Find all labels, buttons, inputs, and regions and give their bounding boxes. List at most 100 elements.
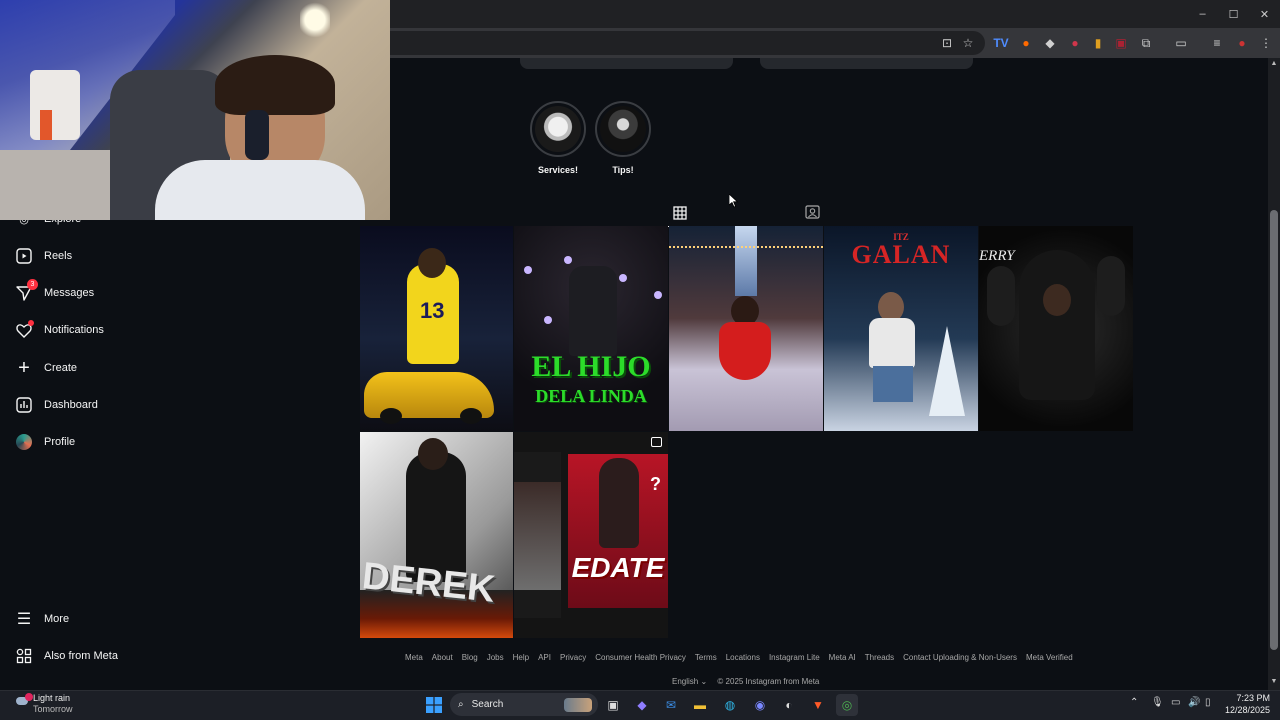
post-tile[interactable]: ? EDATE xyxy=(514,432,668,638)
post-small-figure xyxy=(514,482,561,590)
footer-link[interactable]: Blog xyxy=(462,653,478,662)
sidebar-item-create[interactable]: + Create xyxy=(14,356,77,380)
install-app-icon[interactable]: ⊡ xyxy=(938,34,956,52)
footer-link[interactable]: Locations xyxy=(726,653,760,662)
post-text: 13 xyxy=(420,298,445,323)
sidebar-item-notifications[interactable]: Notifications xyxy=(14,318,104,342)
sidebar-item-messages[interactable]: 3 Messages xyxy=(14,279,94,305)
outlook-icon[interactable]: ✉ xyxy=(660,694,682,716)
post-figure xyxy=(869,318,915,368)
sidebar-item-label: Create xyxy=(44,362,78,374)
brave-icon[interactable]: ▼ xyxy=(807,694,829,716)
extension-diamond-icon[interactable]: ◆ xyxy=(1041,34,1059,52)
extension-yellow-icon[interactable]: ▮ xyxy=(1089,34,1107,52)
sidebar-item-label: Notifications xyxy=(44,324,104,336)
footer-link[interactable]: Help xyxy=(513,653,529,662)
menu-dots-icon[interactable]: ⋮ xyxy=(1257,34,1275,52)
extension-tv-icon[interactable]: TV xyxy=(992,34,1010,52)
footer-link[interactable]: Meta AI xyxy=(829,653,856,662)
profile-action-button[interactable] xyxy=(520,58,733,69)
footer-link[interactable]: Privacy xyxy=(560,653,586,662)
scrollbar-thumb[interactable] xyxy=(1270,210,1278,650)
tab-tagged[interactable] xyxy=(800,201,824,223)
tab-search-icon[interactable]: ≡ xyxy=(1208,34,1226,52)
footer-link[interactable]: Jobs xyxy=(487,653,504,662)
highlight-cover xyxy=(600,106,646,152)
profile-avatar-icon[interactable]: ● xyxy=(1233,34,1251,52)
extension-red-icon[interactable]: ● xyxy=(1066,34,1084,52)
footer-link[interactable]: Consumer Health Privacy xyxy=(595,653,686,662)
taskbar-search[interactable]: ⌕ Search xyxy=(450,693,598,716)
scroll-down-arrow-icon[interactable]: ▼ xyxy=(1270,678,1278,686)
sidebar-item-more[interactable]: ☰ More xyxy=(14,607,69,631)
meta-apps-icon xyxy=(14,646,34,666)
copyright: © 2025 Instagram from Meta xyxy=(717,677,820,686)
footer-link[interactable]: About xyxy=(432,653,453,662)
footer-link[interactable]: Threads xyxy=(865,653,894,662)
clock-date[interactable]: 12/28/2025 xyxy=(1218,705,1270,715)
extensions-puzzle-icon[interactable]: ⧉ xyxy=(1137,34,1155,52)
sidebar-item-label: More xyxy=(44,613,70,625)
post-tile[interactable] xyxy=(669,226,823,431)
footer-link[interactable]: Terms xyxy=(695,653,717,662)
maximize-button[interactable]: ☐ xyxy=(1218,0,1249,28)
sidebar-item-profile[interactable]: Profile xyxy=(14,430,75,454)
highlight-ring xyxy=(595,101,651,157)
volume-icon[interactable]: 🔊 xyxy=(1188,697,1200,708)
battery-icon[interactable]: ▯ xyxy=(1205,697,1211,708)
app-icon[interactable]: ◐ xyxy=(778,694,800,716)
post-tile[interactable]: DEREK xyxy=(360,432,513,638)
sidebar-item-dashboard[interactable]: Dashboard xyxy=(14,393,98,417)
tab-posts[interactable] xyxy=(659,199,701,227)
media-icon[interactable]: ▭ xyxy=(1172,34,1190,52)
highlight-tips[interactable]: Tips! xyxy=(593,101,653,175)
weather-icon[interactable] xyxy=(12,693,33,711)
file-explorer-icon[interactable]: ▬ xyxy=(689,694,711,716)
post-figure-side xyxy=(987,266,1015,326)
address-bar[interactable] xyxy=(390,31,985,55)
footer-link[interactable]: Contact Uploading & Non-Users xyxy=(903,653,1017,662)
post-figure xyxy=(1019,250,1095,400)
search-placeholder: Search xyxy=(471,699,504,710)
display-icon[interactable]: ▭ xyxy=(1171,697,1180,708)
minimize-button[interactable]: – xyxy=(1187,0,1218,28)
post-tile[interactable]: EL HIJO DELA LINDA xyxy=(514,226,668,431)
edge-icon[interactable]: ◍ xyxy=(719,694,741,716)
scroll-up-arrow-icon[interactable]: ▲ xyxy=(1270,60,1278,68)
footer-bottom: English ⌄ © 2025 Instagram from Meta xyxy=(672,677,819,686)
sidebar-item-also-from-meta[interactable]: Also from Meta xyxy=(14,644,118,668)
footer-link[interactable]: Instagram Lite xyxy=(769,653,820,662)
task-view-icon[interactable]: ▣ xyxy=(602,694,624,716)
copilot-icon[interactable]: ◆ xyxy=(631,694,653,716)
post-figure xyxy=(569,266,617,356)
post-figure-face xyxy=(1043,284,1071,316)
close-button[interactable]: ✕ xyxy=(1249,0,1280,28)
highlight-services[interactable]: Services! xyxy=(528,101,588,175)
post-tile[interactable]: ITZ GALAN xyxy=(824,226,978,431)
highlight-label: Services! xyxy=(537,165,579,175)
notification-dot xyxy=(28,320,34,326)
weather-title: Light rain xyxy=(33,693,71,703)
highlight-cover xyxy=(535,106,581,152)
footer-link[interactable]: Meta xyxy=(405,653,423,662)
footer-link[interactable]: API xyxy=(538,653,551,662)
bookmark-star-icon[interactable]: ☆ xyxy=(959,34,977,52)
highlight-ring xyxy=(530,101,586,157)
weather-subtitle: Tomorrow xyxy=(33,704,73,714)
extension-brave-icon[interactable]: ● xyxy=(1017,34,1035,52)
post-jeans xyxy=(873,366,913,402)
extension-dark-red-icon[interactable]: ▣ xyxy=(1112,34,1130,52)
chrome-icon[interactable]: ◎ xyxy=(836,694,858,716)
sidebar-item-reels[interactable]: Reels xyxy=(14,244,72,268)
post-question-mark: ? xyxy=(650,474,661,494)
profile-action-button[interactable] xyxy=(760,58,973,69)
post-tile[interactable]: ERRY xyxy=(979,226,1133,431)
post-tile[interactable]: 13 xyxy=(360,226,513,431)
language-select[interactable]: English ⌄ xyxy=(672,677,707,686)
chevron-up-icon[interactable]: ⌃ xyxy=(1130,697,1138,708)
clock-time[interactable]: 7:23 PM xyxy=(1222,693,1270,703)
microphone-icon[interactable]: 🎙 xyxy=(1151,697,1164,708)
footer-link[interactable]: Meta Verified xyxy=(1026,653,1073,662)
windows-start-icon[interactable] xyxy=(423,694,445,716)
discord-icon[interactable]: ◉ xyxy=(749,694,771,716)
